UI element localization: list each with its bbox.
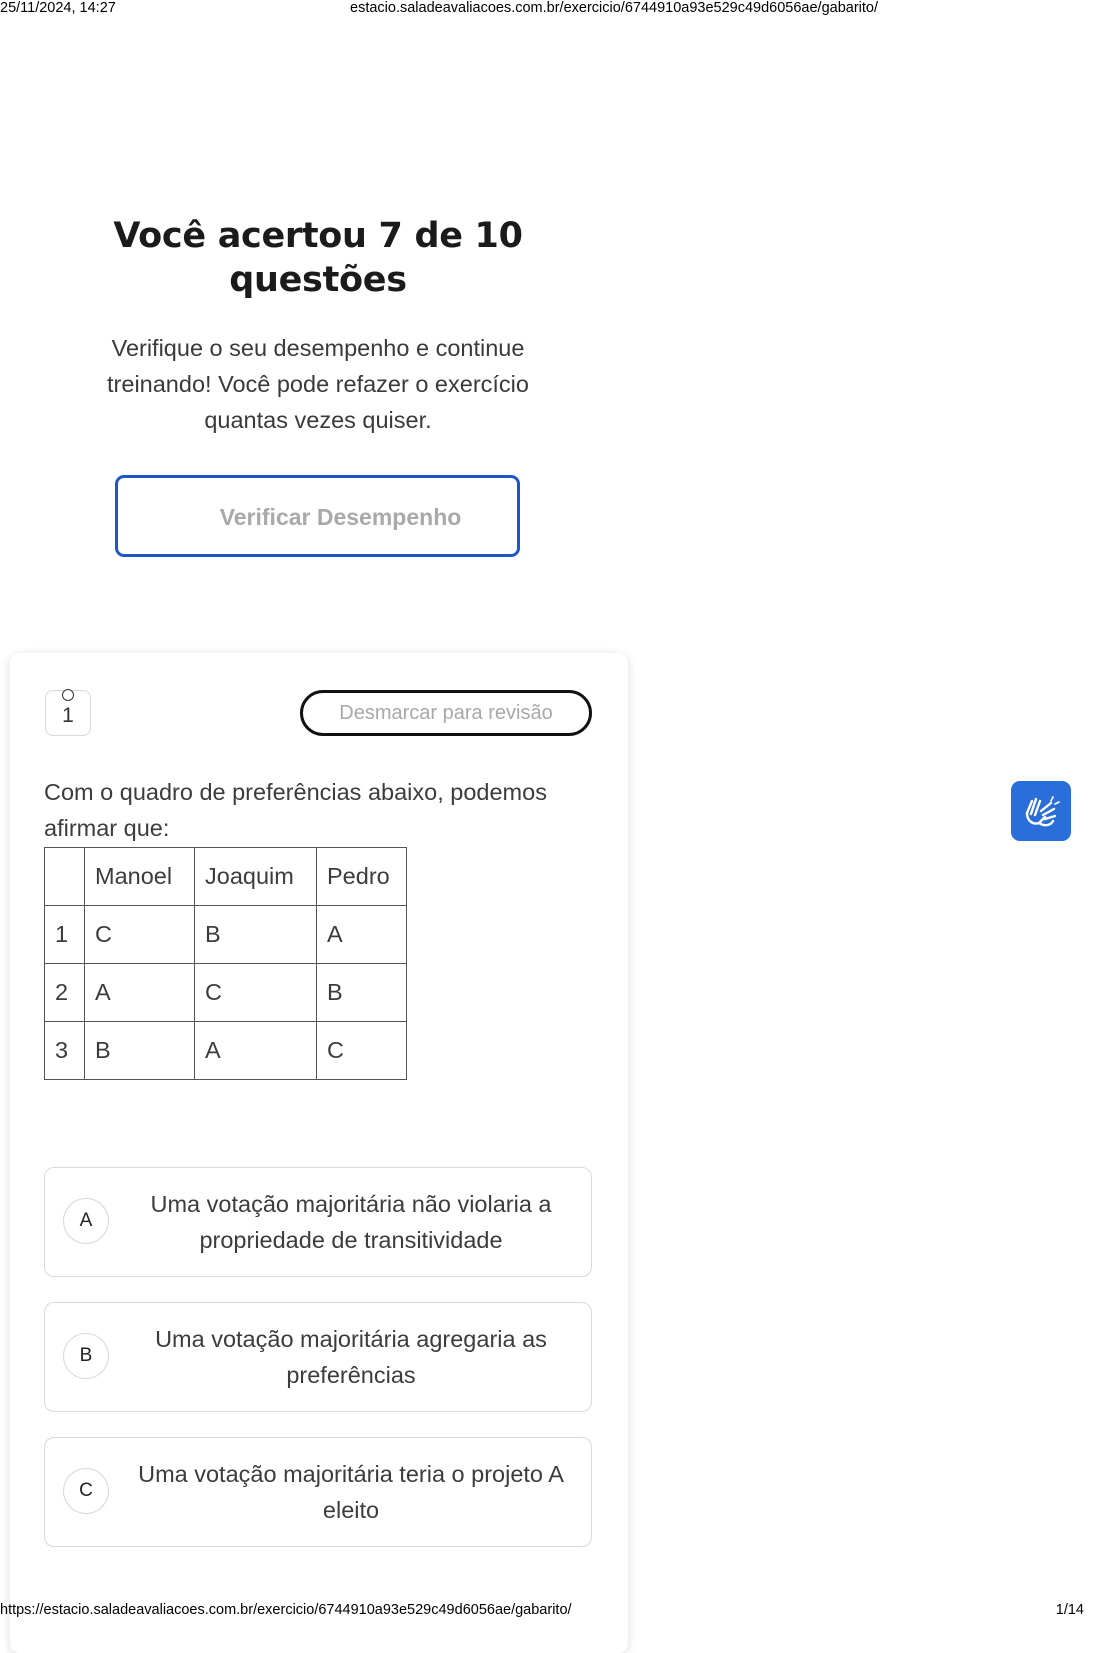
table-header-row: Manoel Joaquim Pedro bbox=[44, 847, 407, 906]
table-row: 1 C B A bbox=[44, 905, 407, 964]
table-cell: A bbox=[194, 1021, 317, 1080]
print-footer: https://estacio.saladeavaliacoes.com.br/… bbox=[0, 1601, 1094, 1623]
option-text: Uma votação majoritária não violaria a p… bbox=[150, 1191, 552, 1253]
question-text: Com o quadro de preferências abaixo, pod… bbox=[44, 779, 547, 841]
table-cell: C bbox=[316, 1021, 407, 1080]
result-subtitle: Verifique o seu desempenho e continue tr… bbox=[107, 335, 529, 433]
table-cell: B bbox=[84, 1021, 195, 1080]
result-title: Você acertou 7 de 10 questões bbox=[113, 216, 523, 300]
question-number: 1 bbox=[62, 704, 74, 727]
table-cell: 3 bbox=[44, 1021, 85, 1080]
table-header-cell bbox=[44, 847, 85, 906]
option-letter: B bbox=[63, 1333, 109, 1379]
table-cell: A bbox=[316, 905, 407, 964]
print-url: estacio.saladeavaliacoes.com.br/exercici… bbox=[350, 0, 879, 16]
table-cell: 1 bbox=[44, 905, 85, 964]
verify-performance-label: Verificar Desempenho bbox=[219, 504, 462, 530]
table-cell: B bbox=[316, 963, 407, 1022]
libras-accessibility-button[interactable] bbox=[1011, 781, 1071, 841]
verify-performance-button[interactable]: Verificar Desempenho bbox=[115, 475, 520, 557]
preferences-table: Manoel Joaquim Pedro 1 C B A 2 A C B 3 B… bbox=[44, 847, 407, 1080]
table-cell: C bbox=[194, 963, 317, 1022]
sign-language-icon bbox=[1025, 796, 1060, 827]
question-number-badge[interactable]: 1 bbox=[45, 689, 91, 736]
table-row: 3 B A C bbox=[44, 1021, 407, 1080]
answer-option-c[interactable]: C Uma votação majoritária teria o projet… bbox=[44, 1437, 592, 1547]
table-cell: A bbox=[84, 963, 195, 1022]
unmark-review-label: Desmarcar para revisão bbox=[339, 702, 553, 724]
answer-option-a[interactable]: A Uma votação majoritária não violaria a… bbox=[44, 1167, 592, 1277]
table-row: 2 A C B bbox=[44, 963, 407, 1022]
table-header-cell: Pedro bbox=[316, 847, 407, 906]
table-cell: B bbox=[194, 905, 317, 964]
print-page-number: 1/14 bbox=[1055, 1602, 1084, 1618]
print-footer-url: https://estacio.saladeavaliacoes.com.br/… bbox=[0, 1602, 572, 1618]
option-text: Uma votação majoritária agregaria as pre… bbox=[155, 1326, 547, 1388]
unmark-review-button[interactable]: Desmarcar para revisão bbox=[300, 690, 592, 736]
print-datetime: 25/11/2024, 14:27 bbox=[0, 0, 116, 16]
option-letter: C bbox=[63, 1468, 109, 1514]
table-cell: 2 bbox=[44, 963, 85, 1022]
option-letter: A bbox=[63, 1198, 109, 1244]
print-header: 25/11/2024, 14:27 estacio.saladeavaliaco… bbox=[0, 0, 1094, 20]
table-header-cell: Manoel bbox=[84, 847, 195, 906]
table-cell: C bbox=[84, 905, 195, 964]
option-text: Uma votação majoritária teria o projeto … bbox=[138, 1461, 564, 1523]
table-header-cell: Joaquim bbox=[194, 847, 317, 906]
question-card: 1 Desmarcar para revisão Com o quadro de… bbox=[10, 653, 628, 1653]
radio-circle-icon bbox=[62, 689, 74, 701]
answer-option-b[interactable]: B Uma votação majoritária agregaria as p… bbox=[44, 1302, 592, 1412]
